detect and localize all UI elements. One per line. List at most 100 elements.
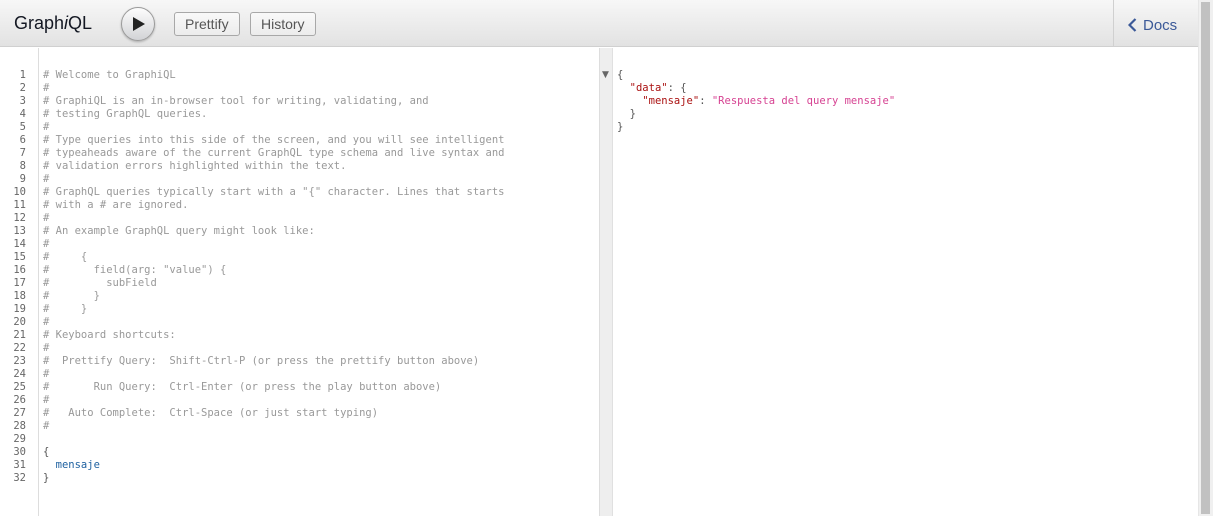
comment-text: # An example GraphQL query might look li… [43, 225, 315, 237]
comment-text: # { [43, 251, 88, 263]
run-query-button[interactable] [121, 7, 155, 41]
code-line[interactable]: 21 # Keyboard shortcuts: [0, 329, 599, 342]
line-number: 1 [19, 69, 26, 81]
code-line[interactable]: 22 # [0, 342, 599, 355]
line-number: 4 [19, 108, 26, 120]
result-line: "data": { [617, 82, 687, 95]
code-line[interactable]: 8 # validation errors highlighted within … [0, 160, 599, 173]
comment-text: # Auto Complete: Ctrl-Space (or just sta… [43, 407, 379, 419]
code-line[interactable]: 10 # GraphQL queries typically start with… [0, 186, 599, 199]
line-number: 21 [13, 329, 26, 341]
code-line[interactable]: 18 # } [0, 290, 599, 303]
code-line[interactable]: 4 # testing GraphQL queries. [0, 108, 599, 121]
code-line[interactable]: 27 # Auto Complete: Ctrl-Space (or just s… [0, 407, 599, 420]
line-number: 5 [19, 121, 26, 133]
code-line[interactable]: 17 # subField [0, 277, 599, 290]
comment-text: # } [43, 303, 88, 315]
code-line[interactable]: 5 # [0, 121, 599, 134]
line-number: 16 [13, 264, 26, 276]
code-line[interactable]: 28 # [0, 420, 599, 433]
query-code[interactable]: 1 # Welcome to GraphiQL 2 #3 # GraphiQL is a… [0, 69, 599, 485]
code-line[interactable]: 16 # field(arg: "value") { [0, 264, 599, 277]
comment-text: # with a # are ignored. [43, 199, 189, 211]
query-brace: { [43, 446, 50, 458]
line-number: 26 [13, 394, 26, 406]
result-viewer: { "data": { "mensaje": "Respuesta del qu… [613, 48, 1198, 516]
docs-button[interactable]: Docs [1128, 15, 1177, 35]
comment-text: # Run Query: Ctrl-Enter (or press the pl… [43, 381, 442, 393]
prettify-button[interactable]: Prettify [174, 12, 240, 36]
line-number: 8 [19, 160, 26, 172]
code-line[interactable]: 15 # { [0, 251, 599, 264]
code-line[interactable]: 1 # Welcome to GraphiQL [0, 69, 599, 82]
comment-text: # Keyboard shortcuts: [43, 329, 176, 341]
line-number: 23 [13, 355, 26, 367]
comment-text: # Prettify Query: Shift-Ctrl-P (or press… [43, 355, 480, 367]
comment-text: # Welcome to GraphiQL [43, 69, 176, 81]
fold-toggle-icon[interactable]: ▼ [602, 70, 609, 80]
query-field: mensaje [43, 459, 100, 471]
json-punct: { [617, 69, 624, 81]
line-number: 18 [13, 290, 26, 302]
code-line[interactable]: 12 # [0, 212, 599, 225]
comment-text: # GraphiQL is an in-browser tool for wri… [43, 95, 429, 107]
comment-text: # [43, 121, 50, 133]
line-number: 13 [13, 225, 26, 237]
code-line[interactable]: 11 # with a # are ignored. [0, 199, 599, 212]
code-line[interactable]: 19 # } [0, 303, 599, 316]
line-number: 9 [19, 173, 26, 185]
line-number: 20 [13, 316, 26, 328]
code-line[interactable]: 24 # [0, 368, 599, 381]
line-number: 27 [13, 407, 26, 419]
code-line[interactable]: 13 # An example GraphQL query might look … [0, 225, 599, 238]
code-line[interactable]: 2 # [0, 82, 599, 95]
line-number: 19 [13, 303, 26, 315]
docs-label: Docs [1143, 16, 1178, 34]
line-number: 28 [13, 420, 26, 432]
toolbar: GraphiQL Prettify History Docs [0, 0, 1198, 47]
code-line[interactable]: 6 # Type queries into this side of the sc… [0, 134, 599, 147]
line-number: 15 [13, 251, 26, 263]
comment-text: # [43, 238, 50, 250]
code-line[interactable]: 9 # [0, 173, 599, 186]
app-title-prefix: Graph [14, 13, 65, 33]
comment-text: # [43, 394, 50, 406]
line-number: 3 [19, 95, 26, 107]
json-value-mensaje: "Respuesta del query mensaje" [711, 95, 896, 107]
code-line[interactable]: 32} [0, 472, 599, 485]
code-line[interactable]: 3 # GraphiQL is an in-browser tool for wr… [0, 95, 599, 108]
line-number: 11 [13, 199, 26, 211]
pane-divider[interactable] [599, 48, 613, 516]
query-brace: } [43, 472, 50, 484]
comment-text: # [43, 82, 50, 94]
app-title-suffix: QL [68, 13, 93, 33]
history-button[interactable]: History [250, 12, 316, 36]
line-number: 32 [13, 472, 26, 484]
code-line[interactable]: 14 # [0, 238, 599, 251]
code-line[interactable]: 7 # typeaheads aware of the current Graph… [0, 147, 599, 160]
comment-text: # [43, 316, 50, 328]
comment-text: # validation errors highlighted within t… [43, 160, 347, 172]
query-editor[interactable]: 1 # Welcome to GraphiQL 2 #3 # GraphiQL is a… [0, 48, 599, 516]
comment-text: # subField [43, 277, 157, 289]
chevron-left-icon [1128, 18, 1137, 32]
json-key-mensaje: "mensaje" [642, 95, 700, 107]
line-number: 31 [13, 459, 26, 471]
comment-text: # testing GraphQL queries. [43, 108, 208, 120]
code-line[interactable]: 29 [0, 433, 599, 446]
json-punct: } [617, 121, 624, 133]
code-line[interactable]: 30 { [0, 446, 599, 459]
code-line[interactable]: 26 # [0, 394, 599, 407]
comment-text: # } [43, 290, 100, 302]
code-line[interactable]: 23 # Prettify Query: Shift-Ctrl-P (or pre… [0, 355, 599, 368]
scrollbar-thumb[interactable] [1201, 2, 1210, 514]
play-icon [133, 17, 145, 31]
code-line[interactable]: 31 mensaje [0, 459, 599, 472]
page-scrollbar[interactable] [1198, 0, 1213, 516]
json-punct: : { [667, 82, 687, 94]
code-line[interactable]: 25 # Run Query: Ctrl-Enter (or press the … [0, 381, 599, 394]
line-number: 12 [13, 212, 26, 224]
line-number: 24 [13, 368, 26, 380]
comment-text: # [43, 368, 50, 380]
code-line[interactable]: 20 # [0, 316, 599, 329]
